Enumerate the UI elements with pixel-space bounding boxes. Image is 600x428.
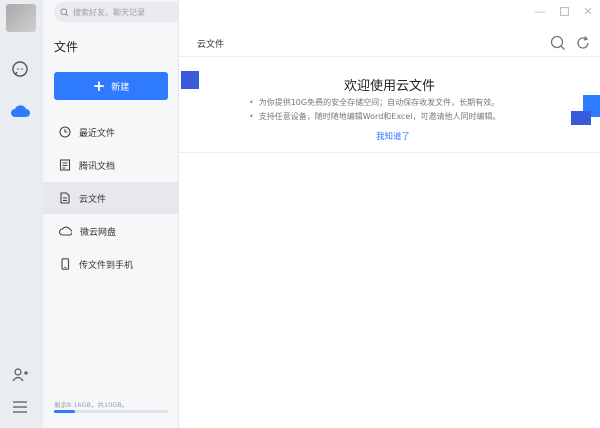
search-icon[interactable]	[550, 35, 566, 51]
clock-icon	[59, 126, 71, 138]
search-icon	[60, 7, 69, 16]
storage-bar	[54, 410, 168, 413]
refresh-icon[interactable]	[575, 35, 591, 51]
avatar[interactable]	[6, 4, 36, 32]
sidebar-item-weiyun[interactable]: 微云网盘	[43, 215, 179, 247]
main-panel: — ✕ 云文件 欢迎使用云文件 为你提供10G免费的安全存储空间；自动保存收发文…	[179, 0, 600, 428]
file-icon	[60, 192, 70, 204]
left-rail	[0, 0, 43, 428]
add-contact-icon[interactable]	[9, 364, 31, 386]
decor-square-right-bottom	[571, 111, 591, 125]
search-placeholder: 搜索好友、聊天记录	[73, 7, 145, 17]
close-icon[interactable]: ✕	[580, 4, 596, 18]
cloud-icon[interactable]	[9, 100, 31, 122]
storage-text: 剩余8.16GB，共10GB。	[54, 401, 129, 409]
app-window: 文件 + 新建 最近文件 腾讯文档 云文件 微云网盘 传文件到手机 剩余8.16…	[0, 0, 600, 428]
banner-bullet: 为你提供10G免费的安全存储空间；自动保存收发文件，长期有效。	[249, 97, 499, 108]
sidebar-item-recent[interactable]: 最近文件	[43, 116, 179, 148]
welcome-banner: 欢迎使用云文件 为你提供10G免费的安全存储空间；自动保存收发文件，长期有效。 …	[179, 57, 600, 153]
storage-bar-fill	[54, 410, 75, 413]
cloud-drive-icon	[59, 226, 72, 236]
sidebar-title: 文件	[54, 40, 79, 54]
sidebar-item-label: 传文件到手机	[79, 260, 134, 271]
sidebar-item-label: 腾讯文档	[79, 161, 116, 172]
phone-icon	[61, 258, 70, 270]
acknowledge-link[interactable]: 我知道了	[376, 130, 410, 142]
sidebar-item-cloud-files[interactable]: 云文件	[43, 182, 179, 214]
banner-title: 欢迎使用云文件	[343, 79, 435, 94]
banner-bullet: 支持任意设备，随时随地编辑Word和Excel，可邀请他人同时编辑。	[249, 111, 501, 122]
chat-icon[interactable]	[9, 58, 31, 80]
sidebar-item-send-to-phone[interactable]: 传文件到手机	[43, 248, 179, 280]
new-button[interactable]: + 新建	[54, 72, 168, 100]
page-title: 云文件	[197, 40, 225, 50]
new-button-label: 新建	[111, 82, 130, 93]
doc-icon	[59, 159, 71, 171]
sidebar: 文件 + 新建 最近文件 腾讯文档 云文件 微云网盘 传文件到手机 剩余8.16…	[43, 0, 179, 428]
sidebar-item-label: 微云网盘	[80, 227, 117, 238]
sidebar-item-tencent-docs[interactable]: 腾讯文档	[43, 149, 179, 181]
sidebar-item-label: 最近文件	[79, 128, 116, 139]
maximize-icon[interactable]	[556, 4, 572, 18]
sidebar-item-label: 云文件	[79, 194, 107, 205]
minimize-icon[interactable]: —	[532, 4, 548, 18]
plus-icon: +	[92, 76, 106, 95]
menu-icon[interactable]	[9, 396, 31, 418]
